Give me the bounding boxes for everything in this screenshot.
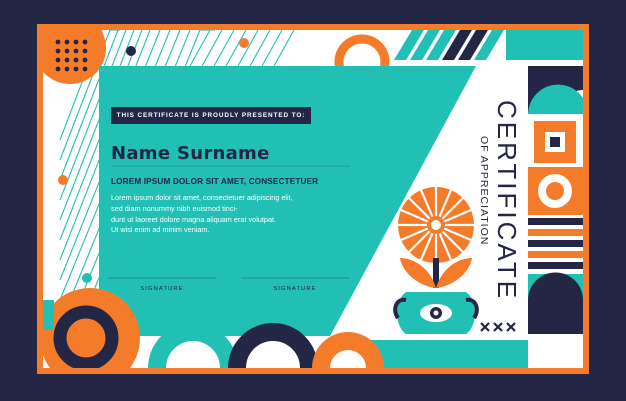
body-line: dunt ut laoreet dolore magna aliquam era… xyxy=(111,214,277,224)
small-dot xyxy=(58,175,68,185)
signature-label-left: SIGNATURE xyxy=(140,286,184,292)
presented-to-label: THIS CERTIFICATE IS PROUDLY PRESENTED TO… xyxy=(116,112,306,119)
certificate-title: CERTIFICATE xyxy=(492,100,522,302)
small-dot xyxy=(239,38,249,48)
presented-to-banner: THIS CERTIFICATE IS PROUDLY PRESENTED TO… xyxy=(111,107,311,124)
signature-label-right: SIGNATURE xyxy=(273,286,317,292)
small-dot xyxy=(126,46,136,56)
certificate-subtitle: LOREM IPSUM DOLOR SIT AMET, CONSECTETUER xyxy=(111,177,319,186)
body-line: Lorem ipsum dolor sit amet, consectetuer… xyxy=(111,193,293,202)
body-line: Ut wisi enim ad minim veniam. xyxy=(111,225,210,235)
certificate-body: Lorem ipsum dolor sit amet, consectetuer… xyxy=(111,193,341,236)
corner-circle-orange xyxy=(43,30,106,84)
recipient-name: Name Surname xyxy=(111,143,270,164)
body-line: sed diam nonummy nibh euismod tinci- xyxy=(111,203,238,213)
certificate-title-sub: OF APPRECIATION xyxy=(478,136,490,246)
small-dot xyxy=(82,273,92,283)
flower-illustration xyxy=(393,187,479,334)
